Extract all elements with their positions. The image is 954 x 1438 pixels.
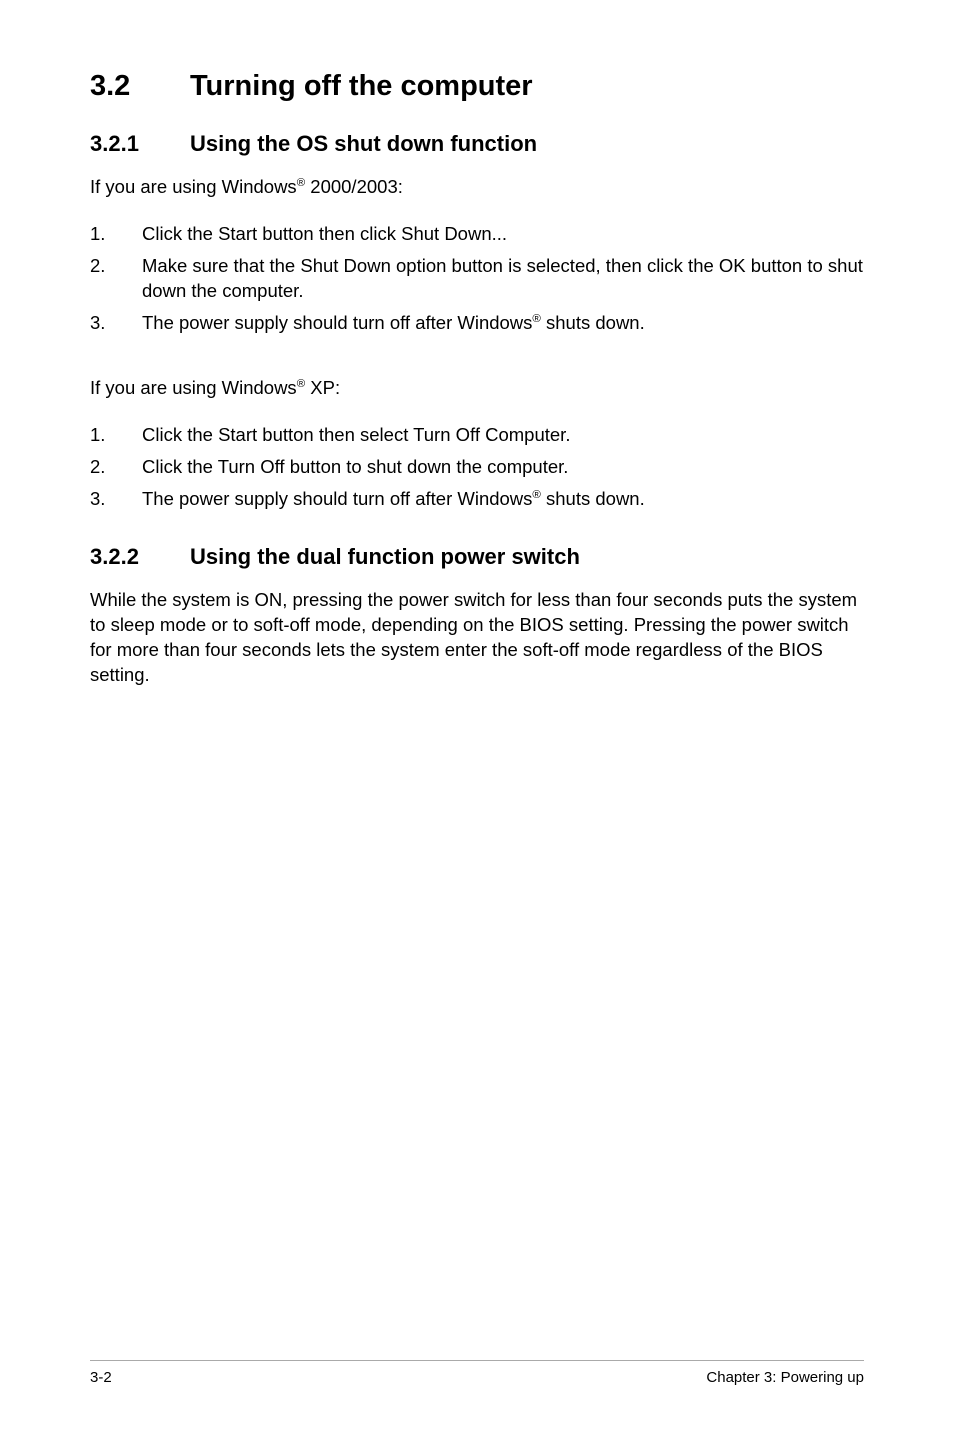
step-list: 1. Click the Start button then select Tu…: [90, 423, 864, 512]
step-text: The power supply should turn off after W…: [142, 487, 864, 512]
step-text-prefix: The power supply should turn off after W…: [142, 488, 532, 509]
step-number: 1.: [90, 222, 142, 247]
subsection-title: Using the OS shut down function: [190, 131, 537, 156]
step-text-suffix: shuts down.: [541, 488, 645, 509]
step-text-suffix: shuts down.: [541, 312, 645, 333]
registered-mark: ®: [297, 378, 305, 390]
intro-text-prefix: If you are using Windows: [90, 377, 297, 398]
subsection-heading: 3.2.1Using the OS shut down function: [90, 131, 864, 157]
subsection-title: Using the dual function power switch: [190, 544, 580, 569]
step-text: Click the Start button then select Turn …: [142, 423, 864, 448]
step-number: 2.: [90, 254, 142, 304]
list-item: 3. The power supply should turn off afte…: [90, 487, 864, 512]
step-number: 3.: [90, 311, 142, 336]
chapter-label: Chapter 3: Powering up: [706, 1369, 864, 1386]
registered-mark: ®: [532, 313, 540, 325]
page-number: 3-2: [90, 1369, 112, 1386]
step-number: 2.: [90, 455, 142, 480]
list-item: 2. Make sure that the Shut Down option b…: [90, 254, 864, 304]
body-paragraph: While the system is ON, pressing the pow…: [90, 588, 864, 688]
section-number: 3.2: [90, 70, 190, 103]
step-text: Click the Start button then click Shut D…: [142, 222, 864, 247]
intro-text-prefix: If you are using Windows: [90, 176, 297, 197]
subsection-heading: 3.2.2Using the dual function power switc…: [90, 544, 864, 570]
intro-paragraph: If you are using Windows® 2000/2003:: [90, 175, 864, 200]
step-text: Click the Turn Off button to shut down t…: [142, 455, 864, 480]
step-number: 1.: [90, 423, 142, 448]
step-text-prefix: The power supply should turn off after W…: [142, 312, 532, 333]
registered-mark: ®: [532, 489, 540, 501]
step-list: 1. Click the Start button then click Shu…: [90, 222, 864, 336]
section-heading: 3.2Turning off the computer: [90, 70, 864, 103]
page-footer: 3-2 Chapter 3: Powering up: [90, 1360, 864, 1386]
subsection-number: 3.2.1: [90, 131, 190, 157]
registered-mark: ®: [297, 177, 305, 189]
list-item: 1. Click the Start button then select Tu…: [90, 423, 864, 448]
list-item: 2. Click the Turn Off button to shut dow…: [90, 455, 864, 480]
intro-text-suffix: 2000/2003:: [305, 176, 403, 197]
step-text: Make sure that the Shut Down option butt…: [142, 254, 864, 304]
section-title: Turning off the computer: [190, 70, 533, 102]
step-number: 3.: [90, 487, 142, 512]
subsection-number: 3.2.2: [90, 544, 190, 570]
list-item: 1. Click the Start button then click Shu…: [90, 222, 864, 247]
step-text: The power supply should turn off after W…: [142, 311, 864, 336]
intro-paragraph: If you are using Windows® XP:: [90, 376, 864, 401]
list-item: 3. The power supply should turn off afte…: [90, 311, 864, 336]
intro-text-suffix: XP:: [305, 377, 340, 398]
